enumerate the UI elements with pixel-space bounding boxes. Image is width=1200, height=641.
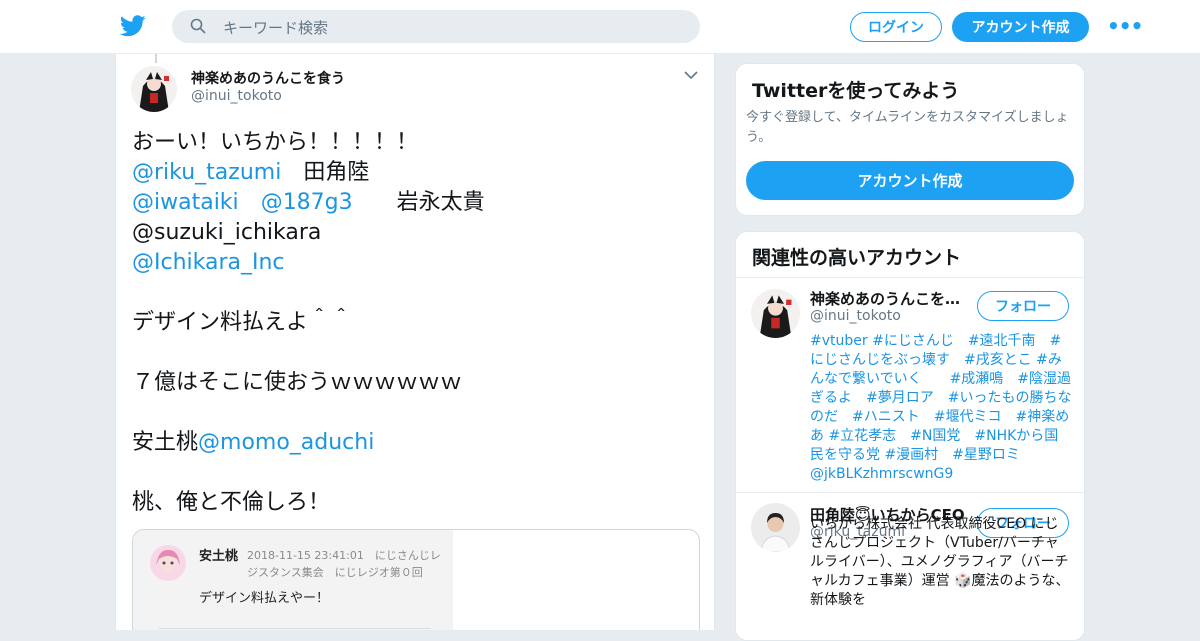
card-meta: 2018-11-15 23:41:01 にじさんじレジスタンス集会 にじレジオ第… — [247, 549, 441, 579]
related-accounts-panel: 関連性の高いアカウント 神楽めあのうんこを食う @inui_tokoto フォロ… — [735, 231, 1085, 641]
signup-panel-title: Twitterを使ってみよう — [752, 80, 960, 102]
tweet-text-segment — [239, 190, 261, 215]
tweet-line: @iwataiki @187g3 岩永太貴 — [132, 188, 702, 218]
mention-link[interactable]: @Ichikara_Inc — [132, 250, 285, 275]
tweet-text-segment: @suzuki_ichikara — [132, 220, 322, 245]
tweet-line — [132, 338, 702, 368]
account-name[interactable]: 神楽めあのうんこを食う — [810, 288, 970, 309]
card-author-name: 安土桃 — [199, 549, 239, 564]
tweet-line — [132, 398, 702, 428]
thread-line — [155, 54, 157, 63]
tweet-text-segment: 安土桃 — [132, 430, 199, 455]
tweet-line — [132, 278, 702, 308]
account-bio[interactable]: #vtuber #にじさんじ #遠北千南 #にじさんじをぶっ壊す #戌亥とこ #… — [810, 332, 1072, 484]
tweet-line: 桃、俺と不倫しろ！ — [132, 488, 702, 518]
tweet-text-segment: 田角陸 — [281, 160, 370, 185]
signup-panel-description: 今すぐ登録して、タイムラインをカスタマイズしましょう。 — [746, 110, 1069, 145]
tweet-author-handle[interactable]: @inui_tokoto — [191, 88, 282, 104]
tweet-text-segment: ７億はそこに使おうｗｗｗｗｗｗ — [132, 370, 463, 395]
mention-link[interactable]: @iwataiki — [132, 190, 239, 215]
twitter-bird-icon[interactable] — [120, 14, 146, 38]
tweet-text: おーい！いちから！！！！！ @riku_tazumi 田角陸 @iwataiki @… — [132, 128, 702, 518]
account-handle[interactable]: @inui_tokoto — [810, 308, 901, 324]
tweet-text-segment: おーい！いちから！！！！！ — [132, 130, 419, 155]
tweet-text-segment: デザイン料払えよ＾＾ — [132, 310, 353, 335]
card-image: 安土桃 2018-11-15 23:41:01 にじさんじレジスタンス集会 にじ… — [133, 530, 453, 630]
mention-link[interactable]: @momo_aduchi — [198, 430, 374, 455]
avatar[interactable] — [131, 66, 177, 112]
search-icon — [190, 18, 206, 34]
avatar — [150, 545, 186, 581]
tweet-text-segment: 岩永太貴 — [352, 190, 485, 215]
account-bio: いちから株式会社 代表取締役CEO にじさんじプロジェクト（VTuber/バーチ… — [810, 516, 1070, 608]
divider — [736, 492, 1084, 493]
tweet-line: @suzuki_ichikara — [132, 218, 702, 248]
avatar[interactable] — [751, 289, 800, 338]
search-bar[interactable]: キーワード検索 — [172, 10, 700, 43]
account-item[interactable]: 神楽めあのうんこを食う @inui_tokoto フォロー #vtuber #に… — [736, 278, 1084, 493]
mention-link[interactable]: @riku_tazumi — [132, 160, 281, 185]
avatar[interactable] — [751, 503, 800, 552]
tweet-line — [132, 458, 702, 488]
chevron-down-icon[interactable] — [684, 70, 698, 80]
card-divider — [159, 628, 431, 629]
follow-button[interactable]: フォロー — [977, 291, 1069, 321]
tweet-author-name[interactable]: 神楽めあのうんこを食う — [191, 68, 345, 88]
tweet-line: @Ichikara_Inc — [132, 248, 702, 278]
tweet-line: おーい！いちから！！！！！ — [132, 128, 702, 158]
tweet-line: @riku_tazumi 田角陸 — [132, 158, 702, 188]
top-navigation-bar: キーワード検索 ログイン アカウント作成 ••• — [0, 0, 1200, 54]
tweet-line: デザイン料払えよ＾＾ — [132, 308, 702, 338]
related-accounts-title: 関連性の高いアカウント — [752, 247, 962, 269]
search-input[interactable]: キーワード検索 — [223, 17, 328, 38]
login-button[interactable]: ログイン — [850, 12, 942, 42]
card-text: デザイン料払えやー！ — [199, 591, 330, 606]
more-icon[interactable]: ••• — [1107, 16, 1143, 36]
tweet-line: 安土桃@momo_aduchi — [132, 428, 702, 458]
create-account-button[interactable]: アカウント作成 — [746, 161, 1074, 200]
signup-button[interactable]: アカウント作成 — [952, 12, 1089, 42]
tweet-card: 神楽めあのうんこを食う @inui_tokoto おーい！いちから！！！！！ @r… — [115, 54, 715, 630]
tweet-line: ７億はそこに使おうｗｗｗｗｗｗ — [132, 368, 702, 398]
quoted-image-card[interactable]: 安土桃 2018-11-15 23:41:01 にじさんじレジスタンス集会 にじ… — [132, 529, 700, 630]
signup-panel: Twitterを使ってみよう 今すぐ登録して、タイムラインをカスタマイズしましょ… — [735, 63, 1085, 216]
mention-link[interactable]: @187g3 — [261, 190, 353, 215]
tweet-text-segment: 桃、俺と不倫しろ！ — [132, 490, 331, 515]
